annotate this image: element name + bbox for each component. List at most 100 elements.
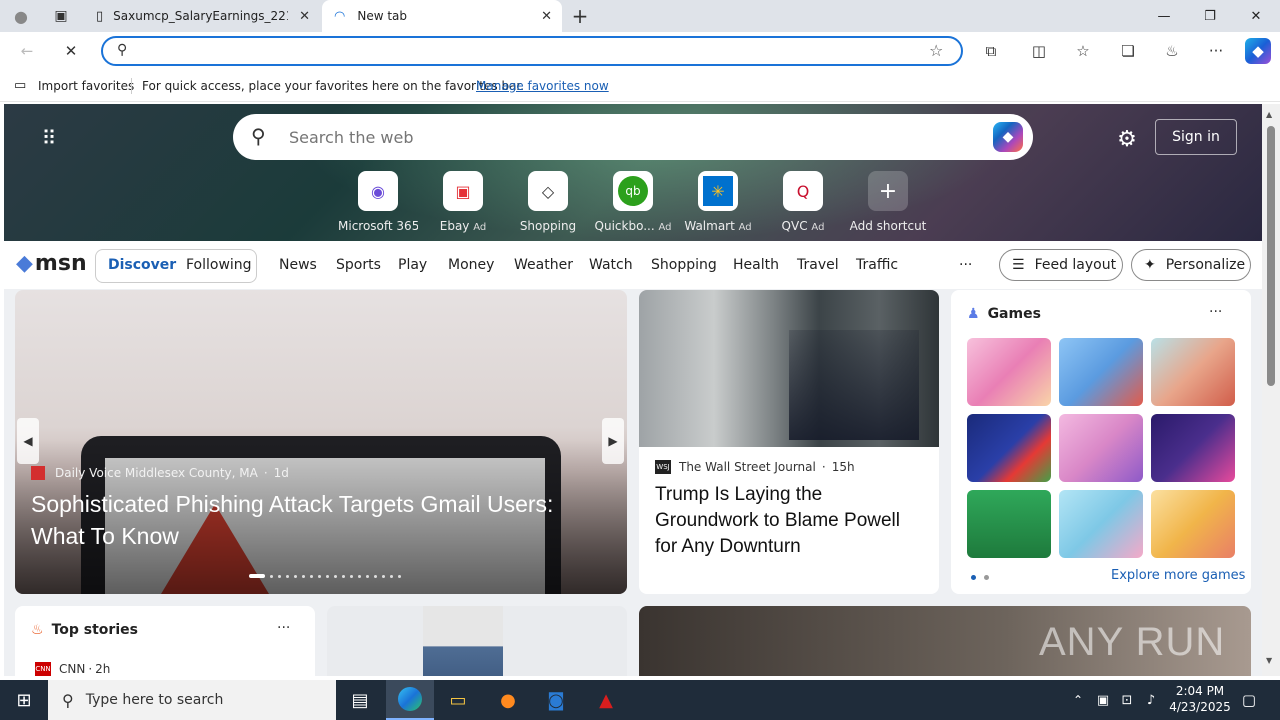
windows-start-icon[interactable]: ⊞: [0, 680, 48, 720]
apps-launcher-icon[interactable]: ⠿: [36, 126, 60, 150]
favorite-star-icon[interactable]: ☆: [929, 41, 943, 60]
restore-button[interactable]: ❐: [1187, 0, 1233, 32]
games-title: Games: [987, 306, 1041, 322]
explore-more-games-link[interactable]: Explore more games: [1111, 568, 1245, 583]
shortcut-quickbooks[interactable]: qb Quickbo... Ad: [593, 171, 673, 233]
tray-device-icon[interactable]: ▣: [1092, 680, 1114, 720]
top-stories-header: ♨ Top stories: [31, 622, 138, 638]
tab-new-tab[interactable]: ◠ New tab ✕: [322, 0, 562, 32]
game-tile-cupcake[interactable]: [1151, 490, 1235, 558]
nav-travel[interactable]: Travel: [797, 257, 839, 273]
shortcut-shopping[interactable]: ◇ Shopping: [508, 171, 588, 233]
firefox-icon[interactable]: ●: [484, 680, 532, 720]
ad-badge: Ad: [738, 222, 752, 233]
close-window-button[interactable]: ✕: [1233, 0, 1279, 32]
acrobat-icon[interactable]: ▲: [582, 680, 630, 720]
address-bar[interactable]: ⚲ ☆: [101, 36, 963, 66]
copilot-icon[interactable]: ◆: [993, 122, 1023, 152]
notification-icon[interactable]: ▢: [1234, 680, 1264, 720]
game-tile-bubble-shooter[interactable]: [1151, 414, 1235, 482]
nav-traffic[interactable]: Traffic: [856, 257, 898, 273]
game-tile-dressup[interactable]: [967, 338, 1051, 406]
manage-favorites-link[interactable]: Manage favorites now: [476, 79, 609, 93]
import-favorites-button[interactable]: Import favorites: [38, 79, 134, 93]
vertical-scrollbar[interactable]: ▲ ▼: [1262, 104, 1280, 676]
feed-layout-button[interactable]: ☰ Feed layout: [999, 249, 1123, 281]
story-source-row: WSJ The Wall Street Journal · 15h: [655, 460, 855, 474]
split-screen-icon[interactable]: ◫: [1028, 41, 1050, 61]
game-tile-nail-salon[interactable]: [1059, 490, 1143, 558]
scroll-down-arrow[interactable]: ▼: [1266, 656, 1272, 665]
volume-icon[interactable]: ♪: [1140, 680, 1162, 720]
shortcut-add[interactable]: + Add shortcut: [848, 171, 928, 233]
edge-taskbar-icon[interactable]: [386, 680, 434, 720]
settings-more-icon[interactable]: ···: [1205, 41, 1227, 61]
minimize-button[interactable]: —: [1141, 0, 1187, 32]
close-tab-icon[interactable]: ✕: [299, 9, 310, 24]
game-tile-solitaire[interactable]: [967, 490, 1051, 558]
address-input[interactable]: [143, 40, 923, 62]
back-icon[interactable]: ←: [16, 41, 38, 61]
network-icon[interactable]: ⊡: [1116, 680, 1138, 720]
extensions-icon[interactable]: ⧉: [980, 41, 1002, 61]
nav-health[interactable]: Health: [733, 257, 779, 273]
nav-sports[interactable]: Sports: [336, 257, 381, 273]
tray-overflow-icon[interactable]: ⌃: [1066, 680, 1090, 720]
performance-icon[interactable]: ♨: [1161, 41, 1183, 61]
story-source-row: Daily Voice Middlesex County, MA · 1d: [31, 466, 289, 480]
sign-in-button[interactable]: Sign in: [1155, 119, 1237, 155]
nav-news[interactable]: News: [279, 257, 317, 273]
tab-actions-icon[interactable]: ▣: [50, 6, 72, 26]
close-tab-icon[interactable]: ✕: [541, 9, 552, 24]
nav-play[interactable]: Play: [398, 257, 427, 273]
file-explorer-icon[interactable]: ▭: [434, 680, 482, 720]
web-search-box[interactable]: ⚲ ◆: [233, 114, 1033, 160]
walmart-icon: ✳: [698, 171, 738, 211]
msn-logo[interactable]: ◆ msn: [16, 251, 87, 276]
nav-shopping[interactable]: Shopping: [651, 257, 717, 273]
carousel-prev-button[interactable]: ◀: [17, 418, 39, 464]
collections-icon[interactable]: ❏: [1117, 41, 1139, 61]
settings-gear-icon[interactable]: ⚙: [1114, 126, 1140, 152]
new-tab-button[interactable]: +: [568, 4, 592, 28]
games-more-button[interactable]: ···: [1209, 304, 1222, 320]
stop-loading-icon[interactable]: ✕: [60, 41, 82, 61]
watermark: ANY RUN: [1039, 620, 1226, 664]
tab-salary-earnings[interactable]: ▯ Saxumcp_SalaryEarnings_221505... ✕: [86, 0, 320, 32]
top-stories-more-button[interactable]: ···: [277, 620, 290, 636]
ad-badge: Ad: [811, 222, 825, 233]
profile-icon[interactable]: ●: [10, 6, 32, 26]
game-tile-hospital[interactable]: [1151, 338, 1235, 406]
nav-more-button[interactable]: ···: [959, 257, 972, 273]
nav-money[interactable]: Money: [448, 257, 494, 273]
favorites-icon[interactable]: ☆: [1072, 41, 1094, 61]
shortcut-ebay[interactable]: ▣ Ebay Ad: [423, 171, 503, 233]
wsj-story-card[interactable]: WSJ The Wall Street Journal · 15h Trump …: [639, 290, 939, 594]
scroll-thumb[interactable]: [1267, 126, 1275, 386]
shortcut-walmart[interactable]: ✳ Walmart Ad: [678, 171, 758, 233]
game-tile-makeup[interactable]: [1059, 414, 1143, 482]
tab-following[interactable]: Following: [186, 257, 252, 273]
web-search-input[interactable]: [289, 126, 969, 148]
carousel-next-button[interactable]: ▶: [602, 418, 624, 464]
outlook-icon[interactable]: ◙: [532, 680, 580, 720]
copilot-icon[interactable]: ◆: [1245, 38, 1271, 64]
nav-watch[interactable]: Watch: [589, 257, 633, 273]
butterfly-icon: ◆: [16, 251, 33, 276]
taskbar-search[interactable]: ⚲ Type here to search: [48, 680, 336, 720]
clock[interactable]: 2:04 PM 4/23/2025: [1166, 683, 1234, 715]
story-headline[interactable]: Sophisticated Phishing Attack Targets Gm…: [31, 488, 611, 552]
scroll-up-arrow[interactable]: ▲: [1266, 110, 1272, 119]
feature-story-card[interactable]: ANY RUN: [639, 606, 1251, 676]
task-view-icon[interactable]: ▤: [336, 680, 384, 720]
main-story-card[interactable]: ◀ ▶ Daily Voice Middlesex County, MA · 1…: [15, 290, 627, 594]
story-headline[interactable]: Trump Is Laying the Groundwork to Blame …: [655, 482, 927, 560]
shortcut-microsoft-365[interactable]: ◉ Microsoft 365: [338, 171, 418, 233]
shortcut-qvc[interactable]: Q QVC Ad: [763, 171, 843, 233]
nav-weather[interactable]: Weather: [514, 257, 573, 273]
fashion-story-card[interactable]: [327, 606, 627, 676]
tab-discover[interactable]: Discover: [108, 257, 176, 273]
game-tile-blocks[interactable]: [967, 414, 1051, 482]
game-tile-restaurant[interactable]: [1059, 338, 1143, 406]
personalize-button[interactable]: ✦ Personalize: [1131, 249, 1251, 281]
